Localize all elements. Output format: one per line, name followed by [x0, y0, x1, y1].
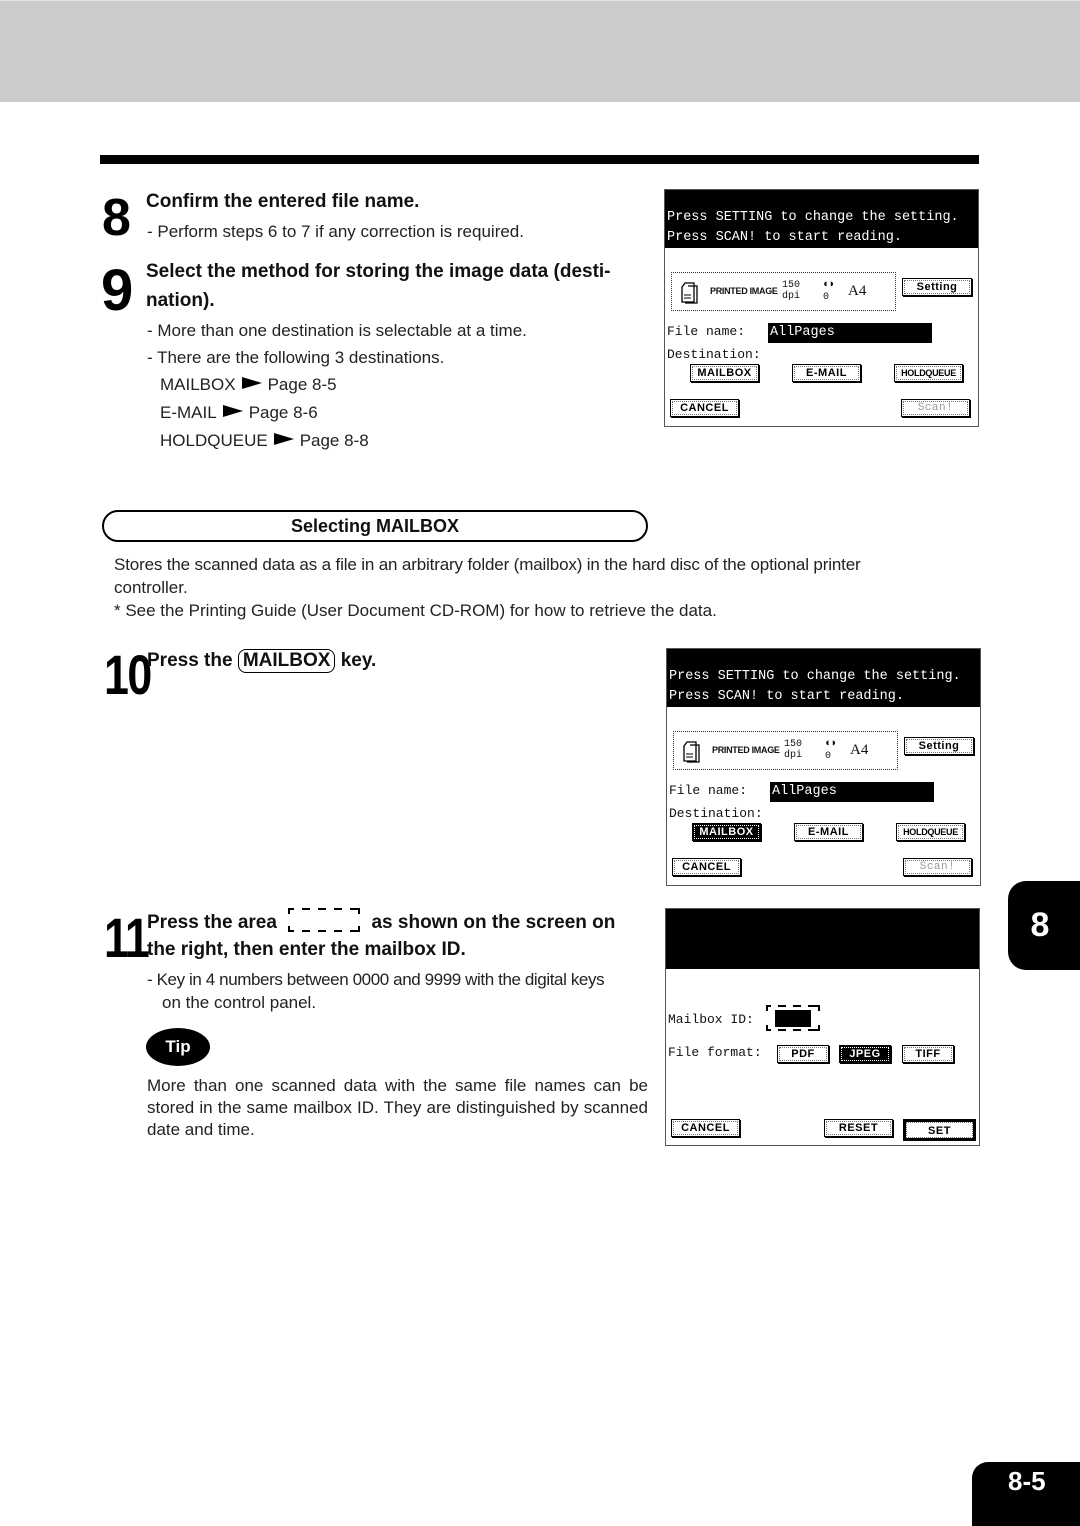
- scan-settings-panel: PRINTED IMAGE 150 dpi ◖◗ 0 A4: [673, 731, 898, 770]
- destination-label: Destination:: [669, 806, 763, 821]
- section-rule: [100, 155, 979, 164]
- paper-size-value: A4: [850, 742, 869, 758]
- scan-settings-panel: PRINTED IMAGE 150 dpi ◖◗ 0 A4: [671, 272, 896, 311]
- tip-badge: Tip: [146, 1028, 210, 1066]
- section-description: Stores the scanned data as a file in an …: [114, 555, 861, 574]
- step-11-prefix: Press the area: [147, 912, 277, 933]
- step-9-bullet-1: - More than one destination is selectabl…: [147, 321, 527, 340]
- tiff-button[interactable]: TIFF: [902, 1045, 954, 1063]
- destination-holdqueue: HOLDQUEUE Page 8-8: [160, 431, 369, 451]
- scan-screen-1: Press SETTING to change the setting. Pre…: [664, 189, 979, 427]
- page-number: 8-5: [972, 1462, 1080, 1526]
- file-name-field[interactable]: AllPages: [770, 782, 934, 802]
- mailbox-key-icon: MAILBOX: [237, 649, 336, 673]
- step-10-prefix: Press the: [147, 650, 233, 671]
- jpeg-button-selected[interactable]: JPEG: [839, 1045, 891, 1063]
- image-mode-label: PRINTED IMAGE: [710, 286, 778, 296]
- contrast-icon: ◖◗: [824, 738, 838, 750]
- pointer-arrow-icon: [273, 433, 294, 445]
- destination-name: MAILBOX: [160, 375, 236, 394]
- step-11-title-line2: the right, then enter the mailbox ID.: [147, 939, 466, 960]
- setting-button[interactable]: Setting: [904, 737, 974, 755]
- tip-text: More than one scanned data with the same…: [147, 1076, 648, 1139]
- pointer-arrow-icon: [222, 405, 243, 417]
- file-name-field[interactable]: AllPages: [768, 323, 932, 343]
- document-icon: [683, 741, 700, 763]
- step-11-title-line1: Press the area as shown on the screen on: [147, 907, 615, 937]
- step-9-title-line2: nation).: [146, 290, 215, 311]
- step-11-suffix: as shown on the screen on: [371, 912, 616, 933]
- step-9-number: 9: [101, 258, 133, 323]
- pdf-button[interactable]: PDF: [777, 1045, 829, 1063]
- destination-label: Destination:: [667, 347, 761, 362]
- email-button[interactable]: E-MAIL: [792, 364, 861, 382]
- exposure-value: 0: [825, 751, 832, 762]
- step-10-title: Press the MAILBOX key.: [147, 647, 376, 675]
- step-9-bullet-2: - There are the following 3 destinations…: [147, 348, 445, 367]
- file-name-label: File name:: [669, 783, 748, 798]
- section-heading: Selecting MAILBOX: [102, 510, 648, 542]
- document-icon: [681, 282, 698, 304]
- destination-page-link[interactable]: Page 8-8: [300, 431, 369, 450]
- destination-page-link[interactable]: Page 8-6: [249, 403, 318, 422]
- reset-button[interactable]: RESET: [824, 1119, 893, 1137]
- scan-screen-2: Press SETTING to change the setting. Pre…: [666, 648, 981, 886]
- mailbox-id-screen: Mailbox ID: File format: PDF JPEG TIFF C…: [665, 908, 980, 1146]
- cancel-button[interactable]: CANCEL: [672, 858, 741, 876]
- step-8-bullet: - Perform steps 6 to 7 if any correction…: [147, 222, 524, 241]
- step-9-title-line1: Select the method for storing the image …: [146, 261, 611, 282]
- holdqueue-button[interactable]: HOLDQUEUE: [894, 364, 963, 382]
- screen-message: Press SETTING to change the setting. Pre…: [667, 649, 980, 707]
- header-band: [0, 0, 1080, 102]
- file-format-label: File format:: [668, 1045, 762, 1060]
- step-11-bullet: - Key in 4 numbers between 0000 and 9999…: [147, 970, 605, 989]
- email-button[interactable]: E-MAIL: [794, 823, 863, 841]
- step-8-title: Confirm the entered file name.: [146, 191, 420, 212]
- cancel-button[interactable]: CANCEL: [671, 1119, 740, 1137]
- destination-name: E-MAIL: [160, 403, 217, 422]
- step-10-suffix: key.: [340, 650, 377, 671]
- mailbox-button-selected[interactable]: MAILBOX: [692, 823, 761, 841]
- image-mode-label: PRINTED IMAGE: [712, 745, 780, 755]
- step-11-bullet-cont: on the control panel.: [162, 993, 317, 1012]
- destination-mailbox: MAILBOX Page 8-5: [160, 375, 337, 395]
- mailbox-id-label: Mailbox ID:: [668, 1012, 754, 1027]
- destination-email: E-MAIL Page 8-6: [160, 403, 318, 423]
- cancel-button[interactable]: CANCEL: [670, 399, 739, 417]
- paper-size-value: A4: [848, 283, 867, 299]
- mailbox-id-field[interactable]: [766, 1005, 820, 1031]
- resolution-value: 150 dpi: [782, 280, 801, 302]
- step-11-number: 11: [104, 906, 150, 969]
- section-note: * See the Printing Guide (User Document …: [114, 601, 717, 620]
- set-button[interactable]: SET: [904, 1120, 975, 1140]
- screen-header: [666, 909, 979, 969]
- section-description-cont: controller.: [114, 578, 188, 597]
- scan-button[interactable]: Scan!: [901, 399, 970, 417]
- contrast-icon: ◖◗: [822, 279, 836, 291]
- dashed-area-icon: [288, 907, 361, 933]
- setting-button[interactable]: Setting: [902, 278, 972, 296]
- resolution-value: 150 dpi: [784, 739, 803, 761]
- exposure-value: 0: [823, 292, 830, 303]
- file-name-label: File name:: [667, 324, 746, 339]
- step-10-number: 10: [104, 643, 152, 706]
- pointer-arrow-icon: [241, 377, 262, 389]
- scan-button[interactable]: Scan!: [903, 858, 972, 876]
- step-8-number: 8: [102, 189, 131, 247]
- holdqueue-button[interactable]: HOLDQUEUE: [896, 823, 965, 841]
- mailbox-button[interactable]: MAILBOX: [690, 364, 759, 382]
- chapter-tab[interactable]: 8: [1008, 881, 1080, 970]
- screen-message: Press SETTING to change the setting. Pre…: [665, 190, 978, 248]
- destination-page-link[interactable]: Page 8-5: [268, 375, 337, 394]
- destination-name: HOLDQUEUE: [160, 431, 268, 450]
